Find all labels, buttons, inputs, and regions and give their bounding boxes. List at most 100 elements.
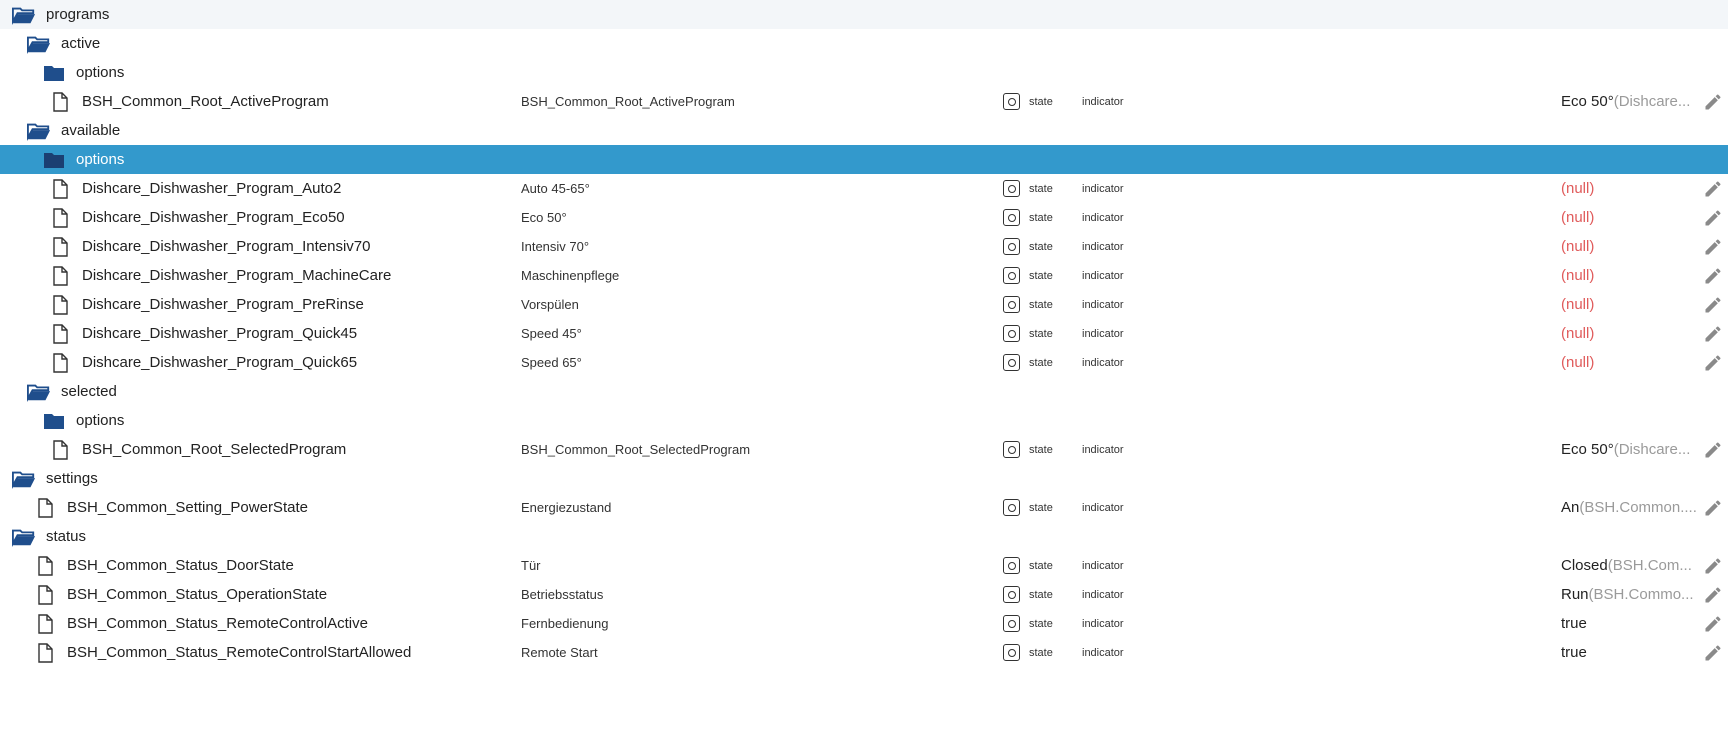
file-icon[interactable] (48, 90, 72, 114)
object-value[interactable]: Run (BSH.Commo... (1561, 580, 1696, 609)
folder-closed-icon[interactable] (42, 409, 66, 433)
edit-pencil-icon[interactable] (1703, 609, 1723, 638)
object-value[interactable]: Eco 50° (Dishcare... (1561, 435, 1696, 464)
tree-state-row[interactable]: Dishcare_Dishwasher_Program_MachineCare M… (0, 261, 1728, 290)
file-icon[interactable] (48, 322, 72, 346)
edit-pencil-icon[interactable] (1703, 551, 1723, 580)
object-value[interactable]: (null) (1561, 232, 1696, 261)
edit-pencil-icon[interactable] (1703, 435, 1723, 464)
object-role: indicator (1082, 95, 1124, 108)
tree-folder-row[interactable]: active (0, 29, 1728, 58)
tree-state-row[interactable]: Dishcare_Dishwasher_Program_Eco50 Eco 50°… (0, 203, 1728, 232)
tree-folder-row[interactable]: options (0, 145, 1728, 174)
tree-state-row[interactable]: Dishcare_Dishwasher_Program_Auto2 Auto 45… (0, 174, 1728, 203)
tree-item-name: Dishcare_Dishwasher_Program_Quick45 (82, 325, 358, 342)
tree-state-row[interactable]: BSH_Common_Root_SelectedProgram BSH_Commo… (0, 435, 1728, 464)
file-icon[interactable] (48, 235, 72, 259)
folder-open-icon[interactable] (12, 3, 36, 27)
object-title: BSH_Common_Root_ActiveProgram (521, 94, 735, 109)
object-value[interactable]: An (BSH.Common.... (1561, 493, 1696, 522)
tree-state-row[interactable]: BSH_Common_Status_RemoteControlStartAllo… (0, 638, 1728, 667)
edit-pencil-icon[interactable] (1703, 580, 1723, 609)
tree-state-row[interactable]: BSH_Common_Status_OperationState Betriebs… (0, 580, 1728, 609)
tree-state-row[interactable]: Dishcare_Dishwasher_Program_PreRinse Vors… (0, 290, 1728, 319)
edit-pencil-icon[interactable] (1703, 261, 1723, 290)
value-text: Closed (1561, 557, 1608, 574)
file-icon[interactable] (48, 206, 72, 230)
object-value[interactable]: (null) (1561, 261, 1696, 290)
tree-item-name: settings (46, 470, 98, 487)
object-value[interactable]: Eco 50° (Dishcare... (1561, 87, 1696, 116)
object-value[interactable]: (null) (1561, 203, 1696, 232)
tree-folder-row[interactable]: options (0, 58, 1728, 87)
file-icon[interactable] (48, 351, 72, 375)
object-type: state (1029, 356, 1053, 369)
edit-pencil-icon[interactable] (1703, 319, 1723, 348)
edit-pencil-icon[interactable] (1703, 232, 1723, 261)
object-role: indicator (1082, 501, 1124, 514)
edit-pencil-icon[interactable] (1703, 290, 1723, 319)
object-type: state (1029, 269, 1053, 282)
tree-state-row[interactable]: BSH_Common_Root_ActiveProgram BSH_Common_… (0, 87, 1728, 116)
file-icon[interactable] (48, 293, 72, 317)
tree-state-row[interactable]: Dishcare_Dishwasher_Program_Intensiv70 In… (0, 232, 1728, 261)
tree-item-name: BSH_Common_Status_RemoteControlStartAllo… (67, 644, 412, 661)
edit-pencil-icon[interactable] (1703, 638, 1723, 667)
edit-pencil-icon[interactable] (1703, 203, 1723, 232)
folder-closed-icon[interactable] (42, 148, 66, 172)
folder-open-icon[interactable] (12, 525, 36, 549)
object-tree: programs active options BSH_Common_Root_Act… (0, 0, 1728, 667)
tree-state-row[interactable]: BSH_Common_Setting_PowerState Energiezust… (0, 493, 1728, 522)
tree-item-name: Dishcare_Dishwasher_Program_PreRinse (82, 296, 364, 313)
file-icon[interactable] (33, 496, 57, 520)
state-type-icon (1003, 319, 1020, 348)
folder-open-icon[interactable] (27, 380, 51, 404)
object-value[interactable]: (null) (1561, 174, 1696, 203)
edit-pencil-icon[interactable] (1703, 348, 1723, 377)
folder-open-icon[interactable] (12, 467, 36, 491)
folder-open-icon[interactable] (27, 119, 51, 143)
file-icon[interactable] (33, 641, 57, 665)
tree-state-row[interactable]: Dishcare_Dishwasher_Program_Quick45 Speed… (0, 319, 1728, 348)
value-text: Eco 50° (1561, 93, 1614, 110)
object-value[interactable]: true (1561, 609, 1696, 638)
file-icon[interactable] (48, 264, 72, 288)
tree-item-name: programs (46, 6, 110, 23)
object-value[interactable]: (null) (1561, 319, 1696, 348)
object-role: indicator (1082, 269, 1124, 282)
object-value[interactable]: true (1561, 638, 1696, 667)
tree-folder-row[interactable]: available (0, 116, 1728, 145)
object-value[interactable]: (null) (1561, 348, 1696, 377)
object-title: Vorspülen (521, 297, 579, 312)
tree-item-name: Dishcare_Dishwasher_Program_Intensiv70 (82, 238, 371, 255)
object-value[interactable]: (null) (1561, 290, 1696, 319)
tree-folder-row[interactable]: settings (0, 464, 1728, 493)
tree-state-row[interactable]: Dishcare_Dishwasher_Program_Quick65 Speed… (0, 348, 1728, 377)
object-role: indicator (1082, 298, 1124, 311)
file-icon[interactable] (33, 612, 57, 636)
folder-open-icon[interactable] (27, 32, 51, 56)
file-icon[interactable] (33, 554, 57, 578)
edit-pencil-icon[interactable] (1703, 87, 1723, 116)
tree-state-row[interactable]: BSH_Common_Status_RemoteControlActive Fer… (0, 609, 1728, 638)
state-type-icon (1003, 493, 1020, 522)
file-icon[interactable] (33, 583, 57, 607)
tree-folder-row[interactable]: programs (0, 0, 1728, 29)
tree-folder-row[interactable]: options (0, 406, 1728, 435)
edit-pencil-icon[interactable] (1703, 493, 1723, 522)
tree-item-name: options (76, 64, 125, 81)
state-type-icon (1003, 232, 1020, 261)
file-icon[interactable] (48, 438, 72, 462)
object-role: indicator (1082, 617, 1124, 630)
tree-folder-row[interactable]: selected (0, 377, 1728, 406)
file-icon[interactable] (48, 177, 72, 201)
value-text: true (1561, 644, 1587, 661)
tree-item-name: Dishcare_Dishwasher_Program_Auto2 (82, 180, 342, 197)
edit-pencil-icon[interactable] (1703, 174, 1723, 203)
object-role: indicator (1082, 588, 1124, 601)
object-role: indicator (1082, 327, 1124, 340)
tree-folder-row[interactable]: status (0, 522, 1728, 551)
tree-state-row[interactable]: BSH_Common_Status_DoorState Tür state indic… (0, 551, 1728, 580)
folder-closed-icon[interactable] (42, 61, 66, 85)
object-value[interactable]: Closed (BSH.Com... (1561, 551, 1696, 580)
